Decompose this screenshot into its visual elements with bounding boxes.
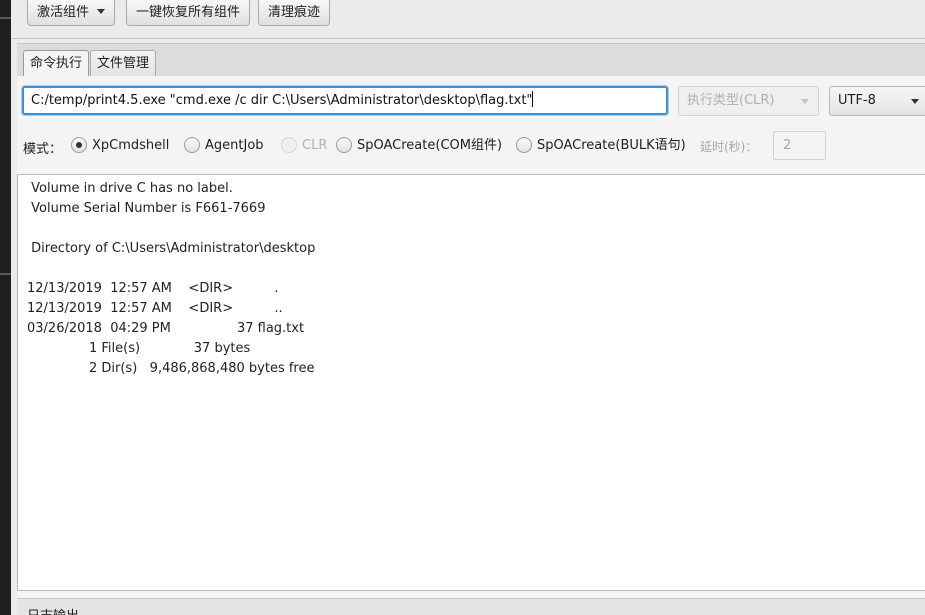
radio-spoacreate-bulk[interactable]: SpOACreate(BULK语句) xyxy=(516,135,686,157)
output-line: 03/26/2018 04:29 PM 37 flag.txt xyxy=(27,321,305,336)
exec-type-select[interactable]: 执行类型(CLR) xyxy=(678,86,819,116)
chevron-down-icon xyxy=(801,99,809,104)
edge-mark xyxy=(0,17,11,19)
app-window: 激活组件 一键恢复所有组件 清理痕迹 命令执行 文件管理 C:/temp/pri… xyxy=(0,0,925,615)
encoding-value: UTF-8 xyxy=(838,93,876,108)
encoding-select[interactable]: UTF-8 xyxy=(829,86,925,116)
radio-disabled-icon xyxy=(281,136,297,153)
delay-label: 延时(秒)： xyxy=(700,140,758,154)
radio-checked-icon xyxy=(71,136,87,153)
output-line: 12/13/2019 12:57 AM <DIR> .. xyxy=(27,301,283,316)
output-line: Directory of C:\Users\Administrator\desk… xyxy=(27,241,316,256)
radio-spoacreate-com[interactable]: SpOACreate(COM组件) xyxy=(336,135,502,157)
tab-command-exec[interactable]: 命令执行 xyxy=(23,50,90,77)
chevron-down-icon xyxy=(97,9,106,14)
radio-unchecked-icon xyxy=(516,136,532,153)
mode-row: 模式： XpCmdshell AgentJob CLR SpOACreate(C… xyxy=(22,131,922,161)
background-window-edge xyxy=(0,0,11,615)
radio-unchecked-icon xyxy=(184,136,200,153)
restore-all-label: 一键恢复所有组件 xyxy=(136,5,241,20)
radio-xpcmdshell[interactable]: XpCmdshell xyxy=(71,135,169,157)
command-exec-panel: C:/temp/print4.5.exe "cmd.exe /c dir C:\… xyxy=(17,76,925,615)
top-toolbar: 激活组件 一键恢复所有组件 清理痕迹 xyxy=(11,0,925,39)
radio-clr[interactable]: CLR xyxy=(281,135,327,157)
output-line: Volume in drive C has no label. xyxy=(27,181,233,196)
tab-file-manager[interactable]: 文件管理 xyxy=(90,50,157,76)
edge-mark xyxy=(0,273,11,275)
clean-traces-label: 清理痕迹 xyxy=(268,5,321,20)
delay-value: 2 xyxy=(783,138,792,153)
text-cursor xyxy=(532,90,534,107)
output-line: 2 Dir(s) 9,486,868,480 bytes free xyxy=(27,361,315,376)
exec-type-placeholder: 执行类型(CLR) xyxy=(687,93,775,108)
mode-label: 模式： xyxy=(23,142,63,157)
activate-component-button[interactable]: 激活组件 xyxy=(27,0,116,26)
radio-label: SpOACreate(BULK语句) xyxy=(537,138,686,153)
chevron-down-icon xyxy=(911,99,919,104)
radio-unchecked-icon xyxy=(336,136,352,153)
command-input-value: C:/temp/print4.5.exe "cmd.exe /c dir C:\… xyxy=(31,93,533,108)
output-line: Volume Serial Number is F661-7669 xyxy=(27,201,266,216)
log-output-label: 日志输出 xyxy=(27,605,79,615)
tab-label: 文件管理 xyxy=(97,56,150,71)
radio-label: CLR xyxy=(302,138,328,153)
delay-seconds-input[interactable]: 2 xyxy=(773,131,826,160)
radio-label: SpOACreate(COM组件) xyxy=(357,138,503,153)
clean-traces-button[interactable]: 清理痕迹 xyxy=(258,0,331,26)
radio-agentjob[interactable]: AgentJob xyxy=(184,135,264,157)
activate-component-label: 激活组件 xyxy=(37,5,90,20)
radio-label: AgentJob xyxy=(205,138,264,153)
tab-label: 命令执行 xyxy=(30,56,83,71)
output-line: 1 File(s) 37 bytes xyxy=(27,341,251,356)
restore-all-components-button[interactable]: 一键恢复所有组件 xyxy=(126,0,251,26)
command-output-area[interactable]: Volume in drive C has no label. Volume S… xyxy=(17,174,925,591)
radio-label: XpCmdshell xyxy=(92,138,170,153)
command-input[interactable]: C:/temp/print4.5.exe "cmd.exe /c dir C:\… xyxy=(22,86,668,115)
output-line: 12/13/2019 12:57 AM <DIR> . xyxy=(27,281,279,296)
log-output-section[interactable]: 日志输出 xyxy=(17,598,925,615)
tab-strip: 命令执行 文件管理 xyxy=(17,43,925,77)
